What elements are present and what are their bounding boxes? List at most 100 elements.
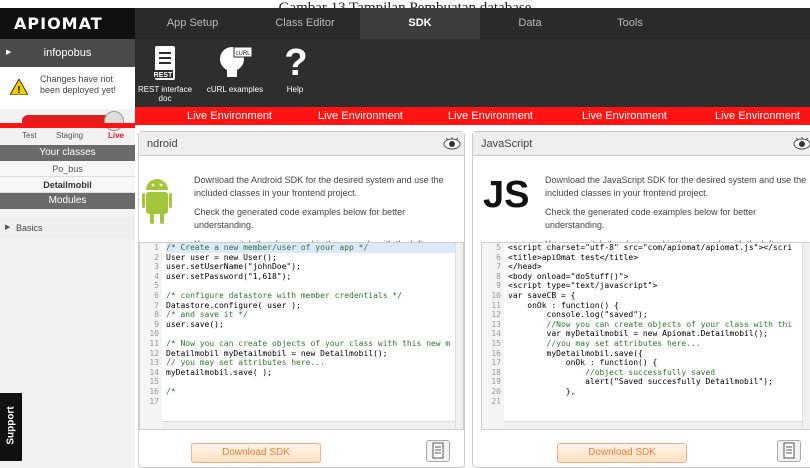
class-item-po-bus[interactable]: Po_bus [0, 161, 135, 177]
line-number: 6 [496, 252, 501, 262]
code-line[interactable]: }, [508, 387, 802, 397]
javascript-logo: JS [483, 174, 530, 216]
code-line[interactable]: user.setPassword("1,618"); [166, 272, 455, 282]
code-line[interactable]: // you may set attributes here... [166, 358, 455, 368]
line-number: 14 [149, 367, 159, 377]
code-editor[interactable]: 1 2 3 4 5 6 7 8 9 10 11 12 13 14 15 16 17 /* Create a ne… [139, 242, 464, 430]
line-number: 8 [154, 310, 159, 320]
env-slider-handle[interactable] [104, 111, 124, 131]
rest-doc-label: REST interface doc [137, 85, 193, 103]
line-number: 3 [154, 262, 159, 272]
module-item-basics[interactable]: ▶ Basics [0, 217, 135, 239]
android-sdk-panel: ndroid Download the Android SDK for the … [138, 131, 465, 468]
line-number: 6 [154, 290, 159, 300]
download-sdk-button[interactable]: Download SDK [557, 443, 687, 463]
code-line[interactable]: onOk : function() { [508, 358, 802, 368]
line-number: 11 [491, 300, 501, 310]
code-line[interactable]: myDetailmobil.save( ); [166, 368, 455, 378]
code-editor[interactable]: 5 6 7 8 9 10 11 12 13 14 15 16 17 18 19 20 21 <script ch… [481, 242, 810, 430]
code-line[interactable]: /* and save it */ [166, 310, 455, 320]
code-line[interactable]: <script charset="utf-8" src="com/apiomat… [508, 243, 802, 253]
help-button[interactable]: ? Help [275, 39, 315, 107]
horizontal-scrollbar[interactable] [162, 421, 455, 429]
line-number: 14 [491, 329, 501, 339]
live-indicator-strip [0, 123, 135, 128]
code-line[interactable]: </head> [508, 262, 802, 272]
eye-icon[interactable] [793, 136, 810, 150]
env-live-label[interactable]: Live [108, 131, 124, 140]
code-line[interactable] [166, 397, 455, 407]
code-line[interactable]: Datastore.configure( user ); [166, 301, 455, 311]
code-line[interactable]: /* configure datastore with member crede… [166, 291, 455, 301]
line-number: 21 [491, 396, 501, 406]
curl-examples-button[interactable]: cURL cURL examples [200, 39, 270, 107]
line-numbers: 1 2 3 4 5 6 7 8 9 10 11 12 13 14 15 16 17 [140, 243, 162, 429]
line-number: 5 [154, 281, 159, 291]
code-line[interactable]: <script type="text/javascript"> [508, 281, 802, 291]
code-line[interactable]: Detailmobil myDetailmobil = new Detailmo… [166, 349, 455, 359]
module-label: Basics [16, 223, 43, 233]
live-env-text: Live Environment [448, 110, 533, 122]
tab-app-setup[interactable]: App Setup [135, 8, 250, 39]
line-number: 20 [491, 386, 501, 396]
your-classes-header: Your classes [0, 145, 135, 161]
code-line[interactable]: /* Now you can create objects of your cl… [166, 339, 455, 349]
app-name: infopobus [43, 47, 92, 59]
tab-tools[interactable]: Tools [580, 8, 680, 39]
deploy-warning: ! Changes have not been deployed yet! [0, 67, 135, 109]
code-lines[interactable]: /* Create a new member/user of your app … [166, 243, 455, 429]
line-number: 16 [491, 348, 501, 358]
code-line[interactable]: onOk : function() { [508, 301, 802, 311]
line-number: 12 [491, 310, 501, 320]
line-number: 19 [491, 377, 501, 387]
code-line[interactable]: User user = new User(); [166, 253, 455, 263]
code-line[interactable]: //Now you can create objects of your cla… [508, 320, 802, 330]
desc-line: Download the Android SDK for the desired… [194, 175, 444, 198]
horizontal-scrollbar[interactable] [504, 421, 802, 429]
code-line[interactable]: <body onload="doStuff()"> [508, 272, 802, 282]
expand-arrow-icon: ▶ [5, 224, 11, 231]
env-staging-label[interactable]: Staging [56, 131, 83, 140]
code-line[interactable]: //object successfully saved [508, 368, 802, 378]
code-line[interactable] [166, 377, 455, 387]
code-line[interactable]: /* Create a new member/user of your app … [166, 243, 455, 253]
line-number: 18 [491, 367, 501, 377]
code-line[interactable] [508, 397, 802, 407]
line-number: 4 [154, 271, 159, 281]
apiomat-logo[interactable]: APIOMAT [0, 8, 135, 39]
docs-button[interactable] [777, 440, 801, 462]
vertical-scrollbar[interactable] [455, 243, 463, 429]
code-line[interactable]: var myDetailmobil = new Apiomat.Detailmo… [508, 329, 802, 339]
code-line[interactable]: <title>apiOmat test</title> [508, 253, 802, 263]
code-line[interactable] [166, 281, 455, 291]
code-line[interactable]: /* [166, 387, 455, 397]
app-selector[interactable]: ▶ infopobus [0, 39, 135, 67]
help-label: Help [286, 85, 304, 94]
code-line[interactable]: alert("Saved succesfully Detailmobil"); [508, 377, 802, 387]
line-number: 9 [496, 281, 501, 291]
live-env-text: Live Environment [318, 110, 403, 122]
support-tab[interactable]: Support [0, 393, 22, 461]
tab-data[interactable]: Data [480, 8, 580, 39]
code-line[interactable]: var saveCB = { [508, 291, 802, 301]
code-line[interactable]: myDetailmobil.save({ [508, 349, 802, 359]
code-line[interactable]: user.setUserName("johnDoe"); [166, 262, 455, 272]
curl-bulb-icon: cURL [220, 46, 252, 77]
code-line[interactable]: console.log("saved"); [508, 310, 802, 320]
line-number: 15 [491, 338, 501, 348]
code-line[interactable]: //you may set attributes here... [508, 339, 802, 349]
env-test-label[interactable]: Test [22, 131, 37, 140]
tab-sdk[interactable]: SDK [360, 8, 480, 39]
tab-class-editor[interactable]: Class Editor [250, 8, 360, 39]
desc-line: Download the JavaScript SDK for the desi… [545, 175, 807, 198]
eye-icon[interactable] [443, 136, 461, 150]
docs-button[interactable] [426, 440, 450, 462]
vertical-scrollbar[interactable] [802, 243, 810, 429]
download-sdk-button[interactable]: Download SDK [191, 443, 321, 463]
code-line[interactable] [166, 329, 455, 339]
class-item-detailmobil[interactable]: Detailmobil [0, 177, 135, 193]
line-number: 17 [149, 396, 159, 406]
code-lines[interactable]: <script charset="utf-8" src="com/apiomat… [508, 243, 802, 429]
code-line[interactable]: user.save(); [166, 320, 455, 330]
rest-doc-button[interactable]: REST REST interface doc [135, 39, 195, 107]
